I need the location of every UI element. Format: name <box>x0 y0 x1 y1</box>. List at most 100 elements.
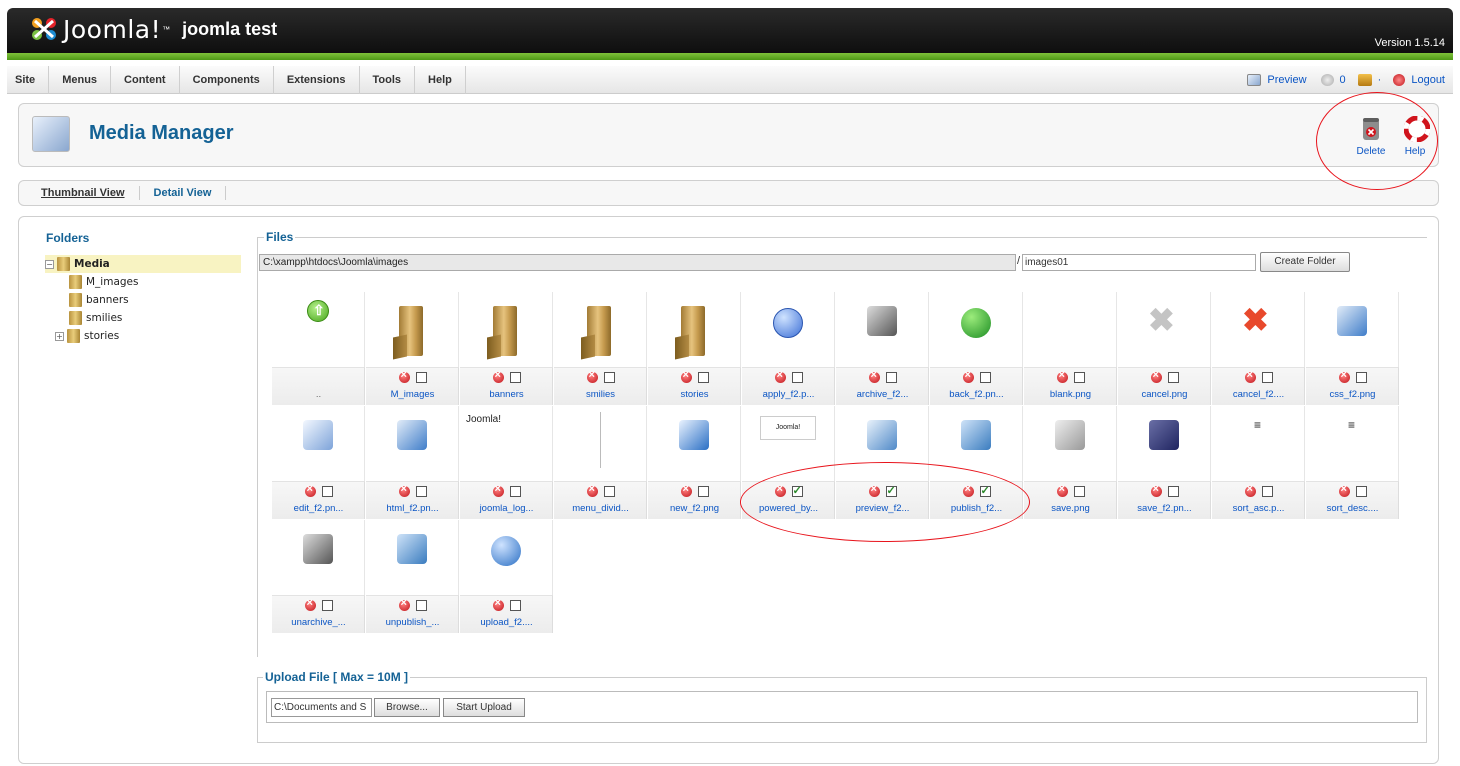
file-name[interactable]: upload_f2.... <box>460 617 553 628</box>
select-checkbox[interactable] <box>415 600 427 611</box>
file-cell[interactable]: ✖ cancel.png <box>1118 292 1212 406</box>
delete-icon[interactable] <box>1056 369 1068 383</box>
thumbnail[interactable] <box>366 406 459 481</box>
tab-thumbnail-view[interactable]: Thumbnail View <box>19 186 140 200</box>
select-checkbox[interactable] <box>1261 372 1273 383</box>
thumbnail[interactable] <box>742 292 835 367</box>
select-checkbox[interactable] <box>1167 486 1179 497</box>
thumbnail[interactable] <box>930 292 1023 367</box>
thumbnail[interactable] <box>366 520 459 595</box>
delete-icon[interactable] <box>586 483 598 497</box>
thumbnail[interactable] <box>836 292 929 367</box>
file-name[interactable]: apply_f2.p... <box>742 389 835 400</box>
thumbnail[interactable]: ≡ <box>1306 406 1399 481</box>
delete-icon[interactable] <box>398 369 410 383</box>
menu-site[interactable]: Site <box>7 65 50 94</box>
thumbnail[interactable] <box>460 520 553 595</box>
file-cell[interactable]: unpublish_... <box>366 520 460 634</box>
delete-icon[interactable] <box>398 483 410 497</box>
delete-icon[interactable] <box>492 369 504 383</box>
menu-extensions[interactable]: Extensions <box>274 65 360 94</box>
thumbnail[interactable] <box>1024 406 1117 481</box>
file-cell[interactable]: css_f2.png <box>1306 292 1400 406</box>
thumbnail[interactable] <box>648 292 741 367</box>
new-folder-input[interactable]: images01 <box>1022 254 1256 271</box>
file-cell[interactable]: ✖ cancel_f2.... <box>1212 292 1306 406</box>
start-upload-button[interactable]: Start Upload <box>443 698 525 717</box>
file-cell[interactable]: back_f2.pn... <box>930 292 1024 406</box>
file-cell[interactable]: html_f2.pn... <box>366 406 460 520</box>
file-name[interactable]: save_f2.pn... <box>1118 503 1211 514</box>
menu-help[interactable]: Help <box>415 65 466 94</box>
file-name[interactable]: unarchive_... <box>272 617 365 628</box>
file-cell[interactable]: stories <box>648 292 742 406</box>
delete-icon[interactable] <box>304 597 316 611</box>
delete-icon[interactable] <box>680 369 692 383</box>
thumbnail[interactable] <box>272 520 365 595</box>
file-name[interactable]: cancel.png <box>1118 389 1211 400</box>
expand-icon[interactable]: + <box>55 331 64 341</box>
file-name[interactable]: cancel_f2.... <box>1212 389 1305 400</box>
tree-node-m-images[interactable]: M_images <box>45 273 241 291</box>
file-cell[interactable]: apply_f2.p... <box>742 292 836 406</box>
thumbnail[interactable] <box>1024 292 1117 367</box>
delete-icon[interactable] <box>1244 369 1256 383</box>
select-checkbox[interactable] <box>321 600 333 611</box>
select-checkbox[interactable] <box>1073 486 1085 497</box>
select-checkbox[interactable] <box>509 600 521 611</box>
collapse-icon[interactable]: − <box>45 259 54 269</box>
select-checkbox[interactable] <box>603 372 615 383</box>
select-checkbox[interactable] <box>1355 372 1367 383</box>
create-folder-button[interactable]: Create Folder <box>1260 252 1350 272</box>
delete-icon[interactable] <box>398 597 410 611</box>
file-name[interactable]: html_f2.pn... <box>366 503 459 514</box>
delete-icon[interactable] <box>586 369 598 383</box>
tree-node-banners[interactable]: banners <box>45 291 241 309</box>
select-checkbox[interactable] <box>885 372 897 383</box>
delete-icon[interactable] <box>304 483 316 497</box>
delete-icon[interactable] <box>680 483 692 497</box>
file-cell[interactable]: ≡ sort_asc.p... <box>1212 406 1306 520</box>
tab-detail-view[interactable]: Detail View <box>140 186 227 200</box>
select-checkbox[interactable] <box>979 372 991 383</box>
select-checkbox[interactable] <box>415 372 427 383</box>
thumbnail[interactable]: ✖ <box>1212 292 1305 367</box>
thumbnail[interactable] <box>554 406 647 481</box>
tree-node-stories[interactable]: + stories <box>45 327 241 345</box>
thumbnail[interactable]: ✖ <box>1118 292 1211 367</box>
select-checkbox[interactable] <box>697 486 709 497</box>
delete-icon[interactable] <box>1244 483 1256 497</box>
thumbnail[interactable] <box>272 406 365 481</box>
delete-icon[interactable] <box>774 369 786 383</box>
menu-content[interactable]: Content <box>111 65 180 94</box>
upload-file-input[interactable]: C:\Documents and S <box>271 698 372 717</box>
delete-icon[interactable] <box>1150 483 1162 497</box>
file-name[interactable]: M_images <box>366 389 459 400</box>
select-checkbox[interactable] <box>603 486 615 497</box>
file-name[interactable]: new_f2.png <box>648 503 741 514</box>
select-checkbox[interactable] <box>1167 372 1179 383</box>
select-checkbox[interactable] <box>1261 486 1273 497</box>
select-checkbox[interactable] <box>509 372 521 383</box>
file-cell[interactable]: .. <box>272 292 366 406</box>
delete-icon[interactable] <box>1338 483 1350 497</box>
file-cell[interactable]: menu_divid... <box>554 406 648 520</box>
delete-icon[interactable] <box>1150 369 1162 383</box>
select-checkbox[interactable] <box>321 486 333 497</box>
file-name[interactable]: unpublish_... <box>366 617 459 628</box>
file-cell[interactable]: upload_f2.... <box>460 520 554 634</box>
browse-button[interactable]: Browse... <box>374 698 440 717</box>
file-name[interactable]: joomla_log... <box>460 503 553 514</box>
file-name[interactable]: stories <box>648 389 741 400</box>
file-cell[interactable]: unarchive_... <box>272 520 366 634</box>
file-cell[interactable]: smilies <box>554 292 648 406</box>
file-cell[interactable]: banners <box>460 292 554 406</box>
delete-icon[interactable] <box>868 369 880 383</box>
file-name[interactable]: .. <box>272 389 365 400</box>
thumbnail[interactable] <box>648 406 741 481</box>
delete-icon[interactable] <box>492 597 504 611</box>
file-name[interactable]: banners <box>460 389 553 400</box>
messages-count[interactable]: 0 <box>1340 74 1346 86</box>
file-name[interactable]: edit_f2.pn... <box>272 503 365 514</box>
logout-link[interactable]: Logout <box>1411 74 1445 86</box>
